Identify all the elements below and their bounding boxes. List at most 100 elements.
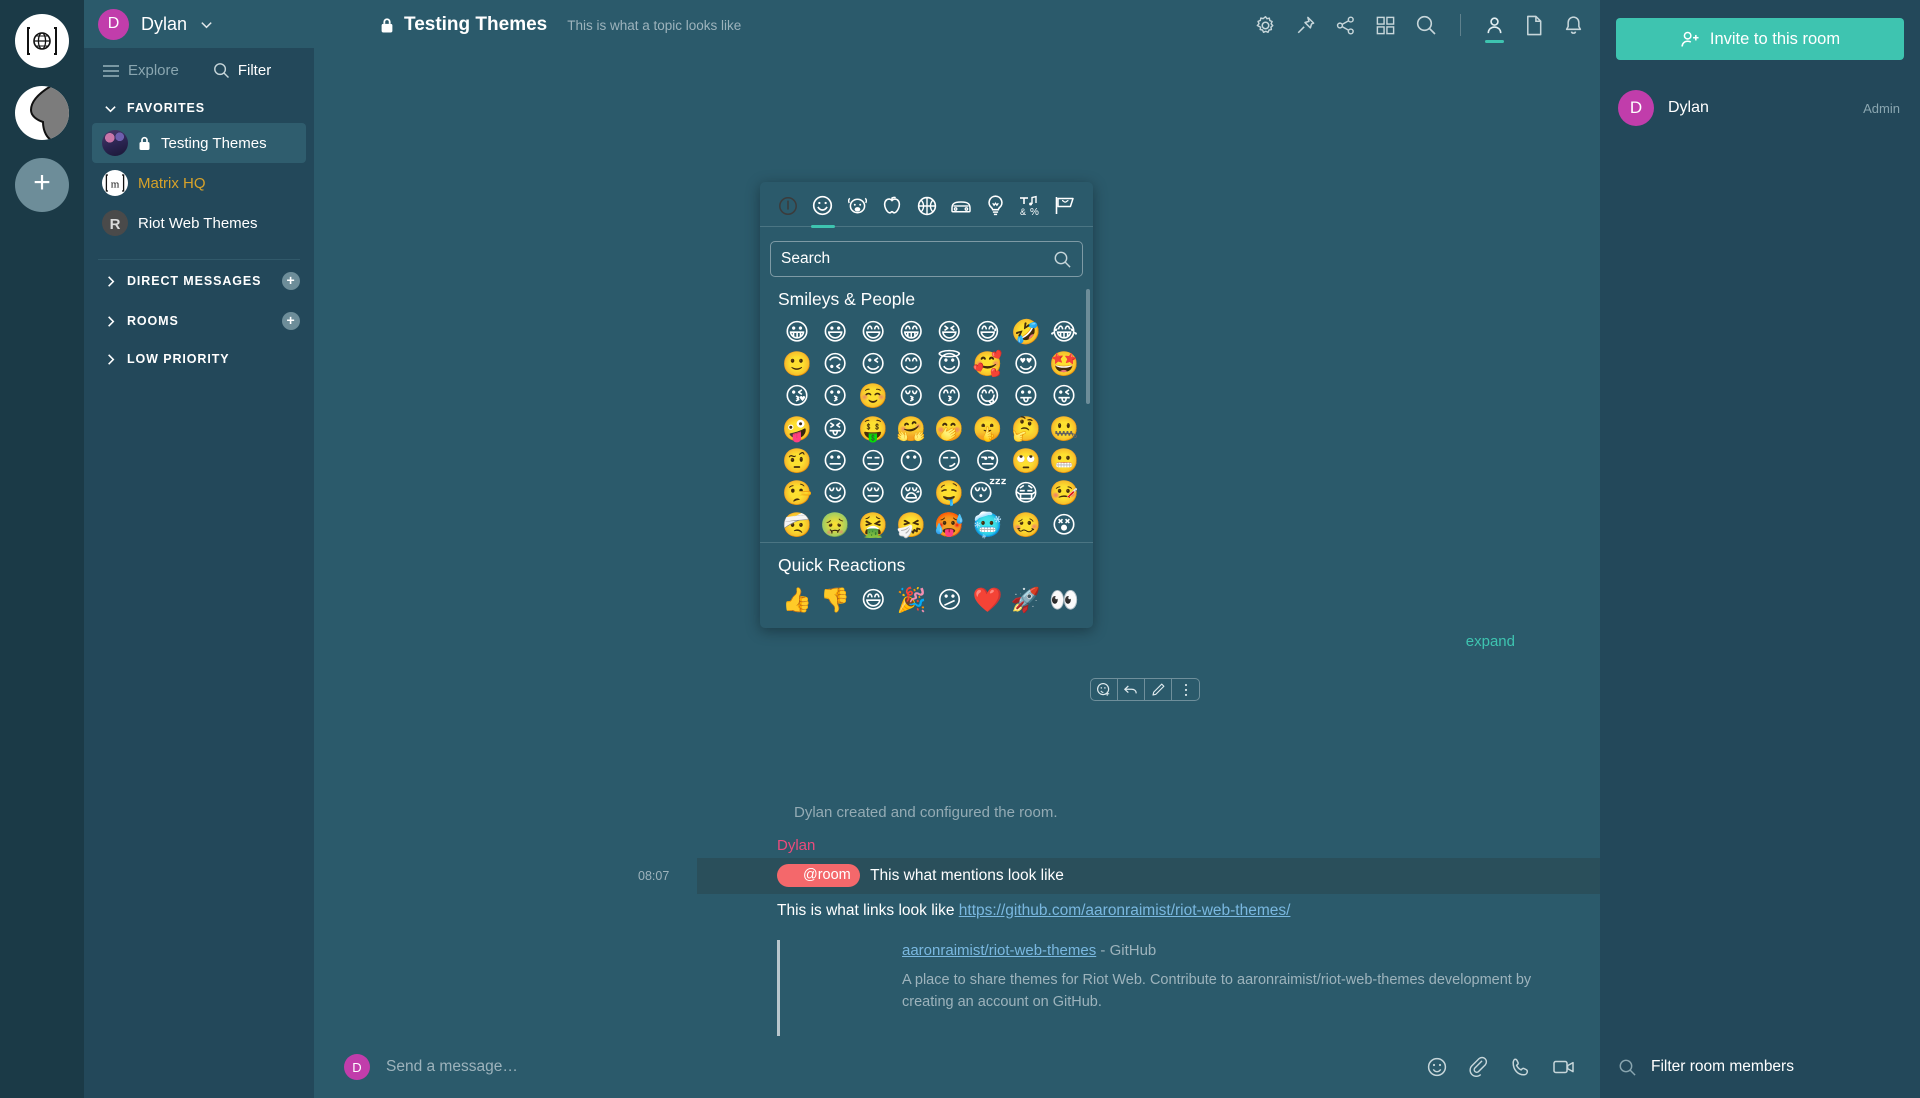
emoji-cell[interactable]: 🤔 xyxy=(1007,416,1045,442)
emoji-tab-objects[interactable] xyxy=(982,194,1010,226)
emoji-cell[interactable]: 🥴 xyxy=(1007,512,1045,538)
add-room-button[interactable]: + xyxy=(282,312,300,330)
emoji-cell[interactable]: 😝 xyxy=(816,416,854,442)
quick-reaction-cell[interactable]: 😕 xyxy=(931,586,969,614)
emoji-tab-recent[interactable] xyxy=(774,195,802,226)
emoji-tab-activity[interactable] xyxy=(913,195,941,226)
link-preview-title[interactable]: aaronraimist/riot-web-themes xyxy=(902,942,1096,959)
emoji-search-input[interactable] xyxy=(781,250,1047,268)
pin-icon[interactable] xyxy=(1295,15,1316,36)
search-icon[interactable] xyxy=(1053,250,1072,269)
quick-reaction-cell[interactable]: 🚀 xyxy=(1007,586,1045,614)
emoji-cell[interactable]: 😪 xyxy=(892,480,930,506)
quick-reaction-cell[interactable]: 🎉 xyxy=(892,586,930,614)
emoji-cell[interactable]: 😜 xyxy=(1045,384,1083,409)
message-input[interactable] xyxy=(386,1058,1410,1076)
emoji-cell[interactable]: 😄 xyxy=(854,319,892,345)
emoji-cell[interactable]: 🤩 xyxy=(1045,351,1083,377)
emoji-cell[interactable]: 😶 xyxy=(892,448,930,474)
member-filter-input[interactable] xyxy=(1651,1058,1902,1076)
emoji-cell[interactable]: 🙂 xyxy=(778,351,816,377)
emoji-cell[interactable]: 😒 xyxy=(968,448,1007,474)
sidebar-item-riot-web-themes[interactable]: R Riot Web Themes xyxy=(92,203,306,243)
emoji-cell[interactable]: 😇 xyxy=(930,351,968,377)
emoji-cell[interactable]: 🤪 xyxy=(778,416,816,442)
emoji-cell[interactable]: 😗 xyxy=(816,384,854,409)
section-header-direct-messages[interactable]: DIRECT MESSAGES + xyxy=(84,264,314,298)
emoji-cell[interactable]: 🤐 xyxy=(1045,416,1083,442)
add-space-button[interactable]: + xyxy=(15,158,69,212)
gear-icon[interactable] xyxy=(1255,15,1276,36)
emoji-cell[interactable]: 🤣 xyxy=(1007,319,1045,345)
video-call-icon[interactable] xyxy=(1552,1057,1576,1077)
emoji-cell[interactable]: 🙃 xyxy=(816,351,854,377)
room-topic[interactable]: This is what a topic looks like xyxy=(567,18,741,33)
quick-reaction-cell[interactable]: 😄 xyxy=(854,586,892,614)
section-header-rooms[interactable]: ROOMS + xyxy=(84,304,314,338)
emoji-cell[interactable]: 😔 xyxy=(854,480,892,506)
external-link[interactable]: https://github.com/aaronraimist/riot-web… xyxy=(959,902,1291,919)
menu-icon[interactable] xyxy=(102,64,120,78)
avatar[interactable] xyxy=(344,12,370,38)
emoji-cell[interactable]: 🥶 xyxy=(968,512,1007,538)
react-icon[interactable] xyxy=(1091,679,1118,700)
quick-reaction-cell[interactable]: 👍 xyxy=(778,586,816,614)
emoji-cell[interactable]: 😙 xyxy=(930,384,968,409)
expand-button[interactable]: expand xyxy=(1466,633,1515,650)
emoji-cell[interactable]: 😋 xyxy=(968,384,1007,409)
files-icon[interactable] xyxy=(1524,15,1544,36)
search-icon[interactable] xyxy=(1415,14,1437,36)
emoji-cell[interactable]: 😴 xyxy=(968,480,1007,506)
emoji-cell[interactable]: 😘 xyxy=(778,384,816,409)
quick-reaction-cell[interactable]: 👎 xyxy=(816,586,854,614)
search-icon[interactable] xyxy=(213,62,230,79)
emoji-cell[interactable]: 😏 xyxy=(930,448,968,474)
emoji-cell[interactable]: 😁 xyxy=(892,319,930,345)
room-mention-pill[interactable]: @room xyxy=(777,864,860,888)
emoji-cell[interactable]: 🤭 xyxy=(930,416,968,442)
invite-to-room-button[interactable]: Invite to this room xyxy=(1616,18,1904,60)
page-title[interactable]: Testing Themes xyxy=(404,14,547,36)
emoji-category-section[interactable]: Smileys & People 😀 😃 😄 😁 😆 😅 🤣 😂 🙂 🙃 😉 😊 😇 🥰 😍 🤩 😘 😗 ☺️ 😚 😙 😋… xyxy=(760,277,1093,542)
edit-icon[interactable] xyxy=(1145,679,1172,700)
emoji-cell[interactable]: 😂 xyxy=(1045,319,1083,345)
emoji-cell[interactable]: 🥵 xyxy=(930,512,968,538)
emoji-cell[interactable]: 🙄 xyxy=(1007,448,1045,474)
section-header-favorites[interactable]: FAVORITES xyxy=(84,93,314,123)
emoji-cell[interactable]: 😌 xyxy=(816,480,854,506)
emoji-tab-smileys-people[interactable] xyxy=(809,194,837,228)
apps-icon[interactable] xyxy=(1375,15,1396,36)
emoji-cell[interactable]: 🤤 xyxy=(930,480,968,506)
emoji-cell[interactable]: 😍 xyxy=(1007,351,1045,377)
message-sender[interactable]: Dylan xyxy=(697,827,1600,858)
options-icon[interactable] xyxy=(1172,679,1199,700)
emoji-cell[interactable]: 🤥 xyxy=(778,480,816,506)
emoji-tab-food-drink[interactable] xyxy=(878,194,906,226)
emoji-cell[interactable]: 🤨 xyxy=(778,448,816,474)
emoji-cell[interactable]: 🤗 xyxy=(892,416,930,442)
user-menu[interactable]: D Dylan xyxy=(84,0,314,48)
emoji-grid[interactable]: 😀 😃 😄 😁 😆 😅 🤣 😂 🙂 🙃 😉 😊 😇 🥰 😍 🤩 😘 😗 ☺️ 😚 😙 😋 😛 😜 🤪 😝 🤑 🤗 🤭 🤫 🤔 🤐 🤨 😐 😑 😶 😏 😒 🙄… xyxy=(778,319,1083,538)
voice-call-icon[interactable] xyxy=(1510,1056,1532,1078)
emoji-cell[interactable]: 🤑 xyxy=(854,416,892,442)
filter-input[interactable]: Filter xyxy=(238,62,271,79)
share-icon[interactable] xyxy=(1335,15,1356,36)
emoji-cell[interactable]: 😷 xyxy=(1007,480,1045,506)
emoji-cell[interactable]: 😊 xyxy=(892,351,930,377)
quick-reactions-grid[interactable]: 👍 👎 😄 🎉 😕 ❤️ 🚀 👀 xyxy=(778,586,1083,614)
space-community-button[interactable] xyxy=(15,86,69,140)
emoji-cell[interactable]: 😵 xyxy=(1045,512,1083,538)
emoji-cell[interactable]: 🤫 xyxy=(968,416,1007,442)
add-direct-message-button[interactable]: + xyxy=(282,272,300,290)
reply-icon[interactable] xyxy=(1118,679,1145,700)
emoji-cell[interactable]: 😐 xyxy=(816,448,854,474)
scrollbar[interactable] xyxy=(1086,289,1090,404)
chevron-down-icon[interactable] xyxy=(199,17,214,32)
emoji-cell[interactable]: 😃 xyxy=(816,319,854,345)
section-header-low-priority[interactable]: LOW PRIORITY xyxy=(84,344,314,374)
quick-reaction-cell[interactable]: ❤️ xyxy=(969,586,1007,614)
emoji-icon[interactable] xyxy=(1426,1056,1448,1078)
emoji-cell[interactable]: 🤧 xyxy=(892,512,930,538)
emoji-cell[interactable]: 😉 xyxy=(854,351,892,377)
attachment-icon[interactable] xyxy=(1468,1056,1490,1078)
